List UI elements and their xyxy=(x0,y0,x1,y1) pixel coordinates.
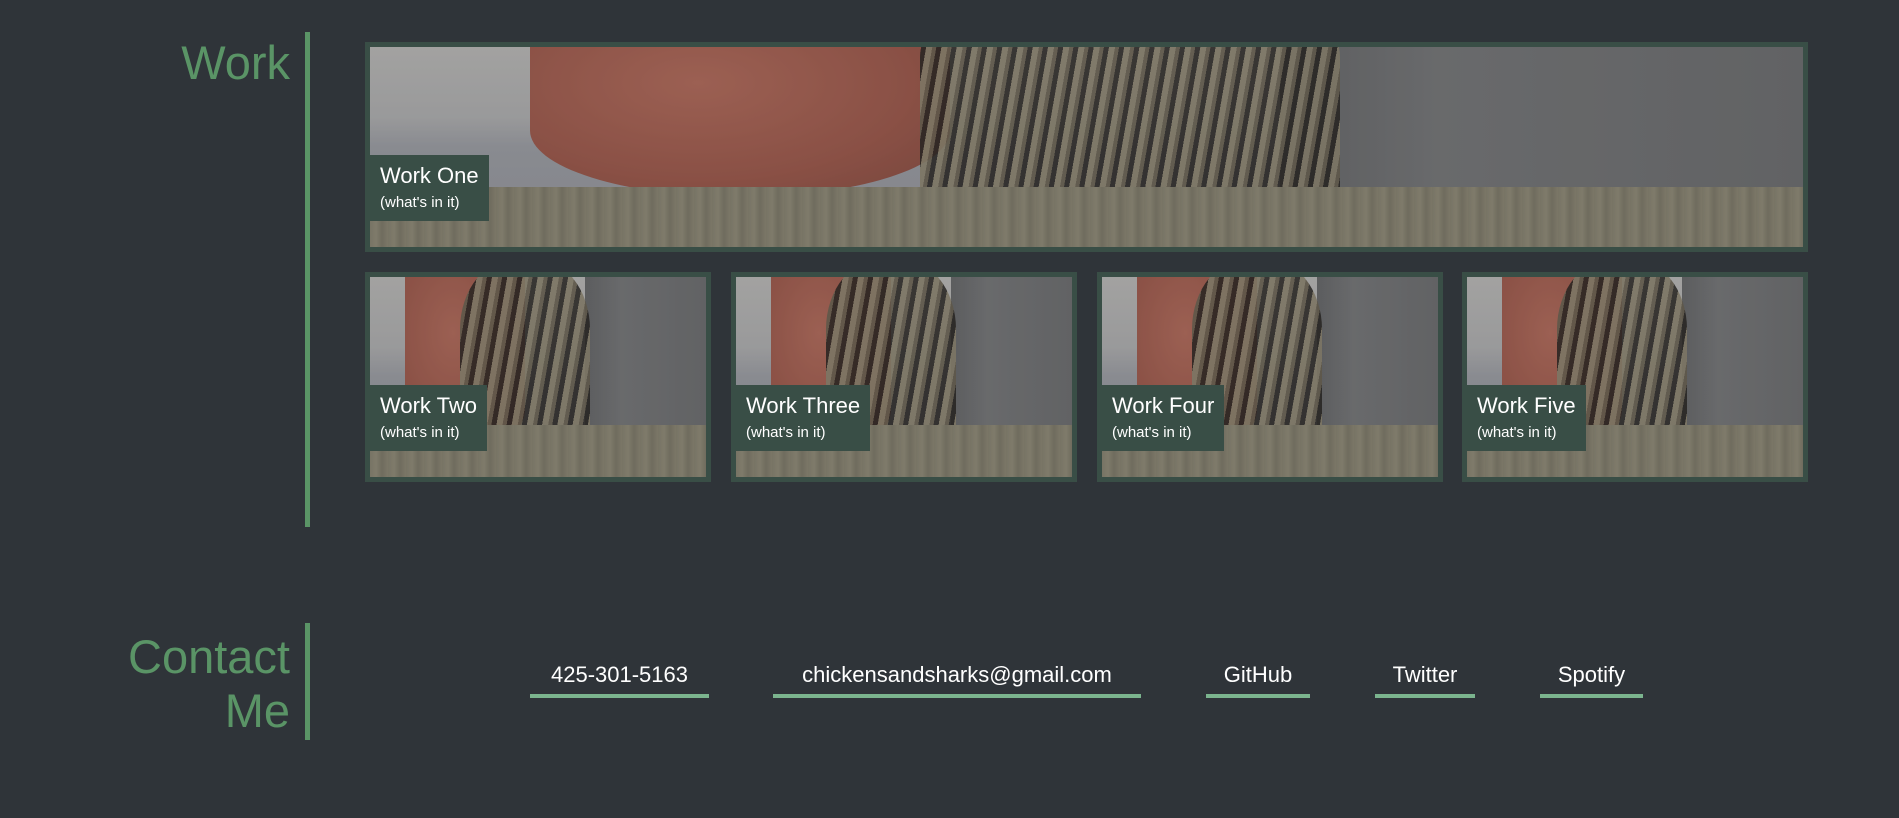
contact-heading-line-1: Contact xyxy=(128,630,290,683)
work-tile-five[interactable]: Work Five (what's in it) xyxy=(1462,272,1808,482)
work-tile-subtitle: (what's in it) xyxy=(746,424,826,441)
work-tile-three[interactable]: Work Three (what's in it) xyxy=(731,272,1077,482)
work-tile-one[interactable]: Work One (what's in it) xyxy=(365,42,1808,252)
contact-section-rule xyxy=(305,623,310,740)
work-tile-subtitle: (what's in it) xyxy=(380,424,460,441)
contact-link-email[interactable]: chickensandsharks@gmail.com xyxy=(773,661,1141,698)
work-tile-subtitle: (what's in it) xyxy=(1112,424,1192,441)
work-tile-title: Work One xyxy=(380,163,479,188)
work-tile-caption: Work Three (what's in it) xyxy=(736,385,871,451)
work-tile-caption: Work Five (what's in it) xyxy=(1467,385,1586,451)
work-tile-title: Work Four xyxy=(1112,393,1215,418)
contact-heading: Contact Me xyxy=(60,630,290,738)
work-tile-title: Work Three xyxy=(746,393,861,418)
kitten-image xyxy=(370,47,1803,247)
contact-link-spotify[interactable]: Spotify xyxy=(1540,661,1643,698)
work-tile-caption: Work Two (what's in it) xyxy=(370,385,487,451)
work-tile-four[interactable]: Work Four (what's in it) xyxy=(1097,272,1443,482)
work-tile-title: Work Five xyxy=(1477,393,1576,418)
contact-link-twitter[interactable]: Twitter xyxy=(1375,661,1475,698)
work-tile-title: Work Two xyxy=(380,393,477,418)
work-tile-subtitle: (what's in it) xyxy=(380,194,460,211)
contact-link-phone[interactable]: 425-301-5163 xyxy=(530,661,709,698)
work-section-rule xyxy=(305,32,310,527)
contact-link-github[interactable]: GitHub xyxy=(1206,661,1310,698)
contact-heading-line-2: Me xyxy=(224,684,290,737)
work-tile-caption: Work One (what's in it) xyxy=(370,155,489,221)
work-heading: Work xyxy=(181,36,290,89)
work-tile-subtitle: (what's in it) xyxy=(1477,424,1557,441)
work-tile-two[interactable]: Work Two (what's in it) xyxy=(365,272,711,482)
work-tile-caption: Work Four (what's in it) xyxy=(1102,385,1225,451)
